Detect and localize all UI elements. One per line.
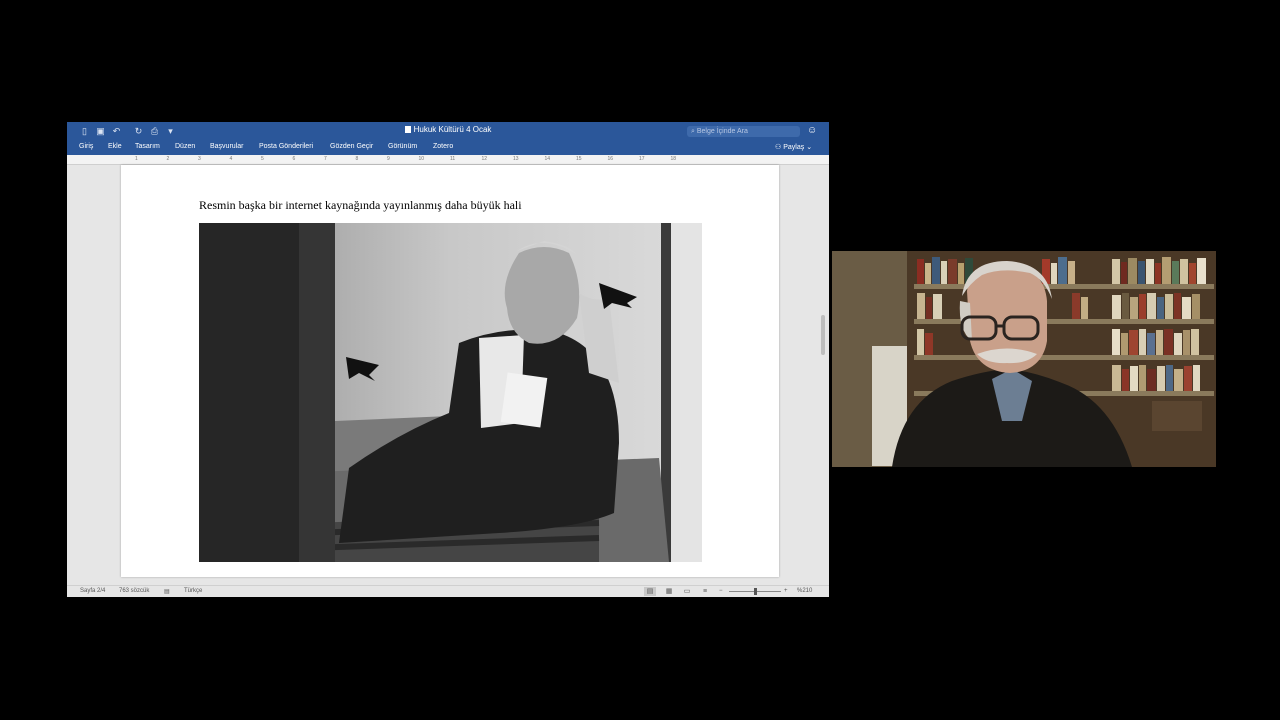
outline-view-button[interactable]: ≡ [699,587,711,596]
document-page[interactable]: Resmin başka bir internet kaynağında yay… [121,165,779,577]
feedback-smiley-icon[interactable]: ☺ [807,125,817,136]
share-person-icon: ⚇ [775,144,784,151]
ruler-number: 2 [166,156,170,162]
ruler-number: 9 [387,156,390,162]
word-count[interactable]: 763 sözcük [119,588,149,594]
word-doc-icon [404,126,411,133]
ruler-number: 10 [418,156,425,162]
language-label[interactable]: Türkçe [184,588,202,594]
tab-review[interactable]: Gözden Geçir [330,143,373,150]
webcam-image [832,251,1216,467]
tab-layout[interactable]: Düzen [175,143,195,150]
web-layout-view-button[interactable]: ▦ [663,587,675,596]
ruler-number: 1 [135,156,138,162]
ruler-number: 7 [324,156,327,162]
tab-mailings[interactable]: Posta Gönderileri [259,143,313,150]
status-bar: Sayfa 2/4 763 sözcük ▤ Türkçe ▤ ▦ ▭ ≡ − … [67,585,829,597]
document-canvas: Resmin başka bir internet kaynağında yay… [67,165,829,585]
title-bar: ▯ ▣ ↶ ↻ ⎙ ▾ Hukuk Kültürü 4 Ocak ⌕ Belge… [67,122,829,141]
ribbon-tabs: Giriş Ekle Tasarım Düzen Başvurular Post… [67,141,829,155]
ruler-number: 3 [198,156,201,162]
share-label: Paylaş [783,144,805,151]
ruler-number: 12 [481,156,488,162]
zoom-out-button[interactable]: − [719,588,723,594]
share-button[interactable]: ⚇ Paylaş ⌄ [775,143,812,151]
horizontal-ruler[interactable]: 1 2 3 4 5 6 7 8 9 10 11 12 13 14 15 16 17 18 [67,155,829,165]
tab-view[interactable]: Görünüm [388,143,417,150]
vertical-scrollbar-thumb[interactable] [821,315,825,355]
search-input[interactable]: ⌕ Belge İçinde Ara [687,126,800,137]
photo-image [199,223,702,562]
ruler-number: 14 [544,156,551,162]
chevron-down-icon: ⌄ [806,144,813,151]
zoom-slider-thumb[interactable] [754,588,757,595]
ruler-number: 13 [513,156,519,162]
page-count[interactable]: Sayfa 2/4 [80,588,105,594]
word-window: ▯ ▣ ↶ ↻ ⎙ ▾ Hukuk Kültürü 4 Ocak ⌕ Belge… [67,122,829,597]
ruler-number: 15 [576,156,582,162]
document-photo[interactable] [199,223,702,562]
tab-insert[interactable]: Ekle [108,143,122,150]
webcam-video-feed [832,251,1216,467]
tab-references[interactable]: Başvurular [210,143,243,150]
read-mode-view-button[interactable]: ▭ [681,587,693,596]
search-placeholder: Belge İçinde Ara [696,128,748,135]
tab-design[interactable]: Tasarım [135,143,160,150]
proofing-icon[interactable]: ▤ [164,588,170,595]
ruler-number: 11 [450,156,456,162]
ruler-number: 16 [607,156,614,162]
zoom-in-button[interactable]: + [784,588,788,594]
ruler-number: 6 [292,156,296,162]
print-layout-view-button[interactable]: ▤ [644,587,656,596]
ruler-number: 17 [639,156,645,162]
tab-home[interactable]: Giriş [79,143,93,150]
ruler-number: 8 [355,156,359,162]
ruler-number: 4 [229,156,233,162]
ruler-number: 18 [670,156,677,162]
window-title-text: Hukuk Kültürü 4 Ocak [413,125,492,134]
ruler-number: 5 [261,156,264,162]
document-caption: Resmin başka bir internet kaynağında yay… [199,198,522,212]
zoom-percent[interactable]: %210 [797,588,812,594]
tab-zotero[interactable]: Zotero [433,143,453,150]
